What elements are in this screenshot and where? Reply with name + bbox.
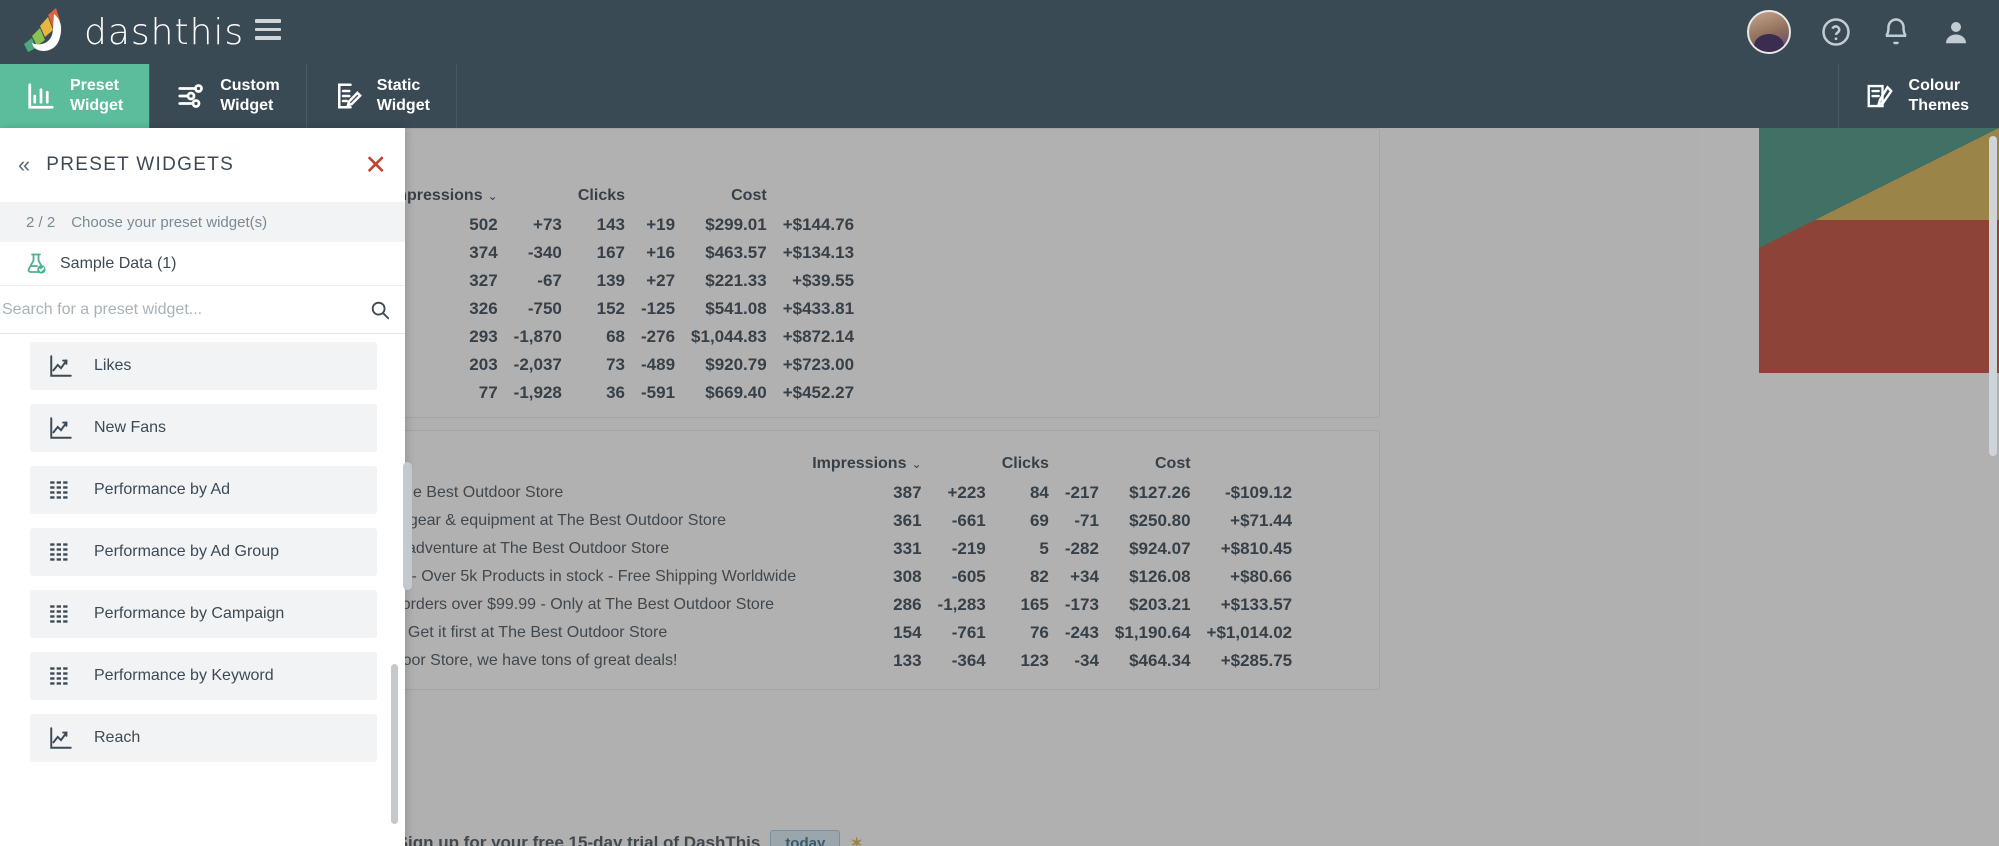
preset-widget-label: Performance by Ad Group — [94, 543, 279, 560]
page-scrollbar[interactable] — [1989, 136, 1997, 456]
flask-icon — [24, 252, 48, 276]
line-chart-icon — [48, 415, 74, 441]
search-row — [0, 286, 405, 334]
preset-widget-item[interactable]: Likes — [30, 342, 377, 390]
preset-widget-item[interactable]: Performance by Campaign — [30, 590, 377, 638]
notification-bell-icon[interactable] — [1881, 17, 1911, 47]
table-grid-icon — [48, 539, 74, 565]
colour-themes-label: Colour Themes — [1908, 77, 1969, 114]
selected-count: 2 / 2 — [26, 213, 56, 231]
document-edit-icon — [333, 81, 363, 111]
chevron-double-left-icon[interactable]: « — [18, 154, 30, 176]
line-chart-icon — [48, 725, 74, 751]
tab-preset-widget[interactable]: Preset Widget — [0, 64, 151, 128]
choose-label: Choose your preset widget(s) — [71, 213, 268, 231]
avatar[interactable] — [1747, 10, 1791, 54]
preset-widget-label: Performance by Campaign — [94, 605, 285, 622]
user-account-icon[interactable] — [1941, 17, 1971, 47]
tab-preset-label: Preset Widget — [70, 77, 124, 114]
preset-widget-item[interactable]: Reach — [30, 714, 377, 762]
close-icon[interactable]: ✕ — [364, 151, 387, 179]
preset-widgets-panel: « PRESET WIDGETS ✕ 2 / 2 Choose your pre… — [0, 128, 405, 846]
preset-widget-label: Performance by Ad — [94, 481, 231, 498]
search-input[interactable] — [0, 300, 369, 319]
panel-title: PRESET WIDGETS — [46, 154, 235, 175]
preset-widget-list[interactable]: Likes New Fans Performance by Ad Performanc… — [0, 334, 405, 846]
table-grid-icon — [48, 477, 74, 503]
data-source-row[interactable]: Sample Data (1) — [0, 242, 405, 286]
panel-header: « PRESET WIDGETS ✕ — [0, 128, 405, 202]
data-source-name: Sample Data (1) — [60, 254, 177, 272]
header-actions — [1747, 0, 1971, 64]
preset-widget-label: New Fans — [94, 419, 167, 436]
brand-name: dashthis — [84, 11, 245, 53]
search-icon[interactable] — [369, 299, 391, 321]
tab-static-label: Static Widget — [376, 77, 430, 114]
palette-icon — [1865, 81, 1895, 111]
preset-widget-item[interactable]: New Fans — [30, 404, 377, 452]
table-grid-icon — [48, 601, 74, 627]
sliders-icon — [176, 81, 206, 111]
preset-widget-item[interactable]: Performance by Keyword — [30, 652, 377, 700]
preset-widget-item[interactable]: Performance by Ad Group — [30, 528, 377, 576]
app-header: dashthis — [0, 0, 1999, 64]
help-circle-icon[interactable] — [1821, 17, 1851, 47]
colour-themes-button[interactable]: Colour Themes — [1837, 64, 1999, 128]
widget-type-tabbar: Preset Widget Custom Widget Static Widge… — [0, 64, 1999, 128]
content-scrollbar[interactable] — [403, 462, 412, 590]
tab-static-widget[interactable]: Static Widget — [307, 64, 457, 128]
preset-widget-label: Likes — [94, 357, 132, 374]
bar-chart-icon — [26, 81, 56, 111]
preset-widget-label: Performance by Keyword — [94, 667, 274, 684]
hamburger-icon[interactable] — [255, 19, 281, 43]
table-grid-icon — [48, 663, 74, 689]
tab-custom-label: Custom Widget — [220, 77, 280, 114]
choose-widgets-row: 2 / 2 Choose your preset widget(s) — [0, 202, 405, 242]
brand-logo[interactable]: dashthis — [16, 4, 244, 60]
panel-scrollbar[interactable] — [391, 664, 398, 824]
dashthis-logo-icon — [16, 4, 72, 60]
line-chart-icon — [48, 353, 74, 379]
preset-widget-item[interactable]: Performance by Ad — [30, 466, 377, 514]
preset-widget-label: Reach — [94, 729, 141, 746]
tab-custom-widget[interactable]: Custom Widget — [150, 64, 307, 128]
